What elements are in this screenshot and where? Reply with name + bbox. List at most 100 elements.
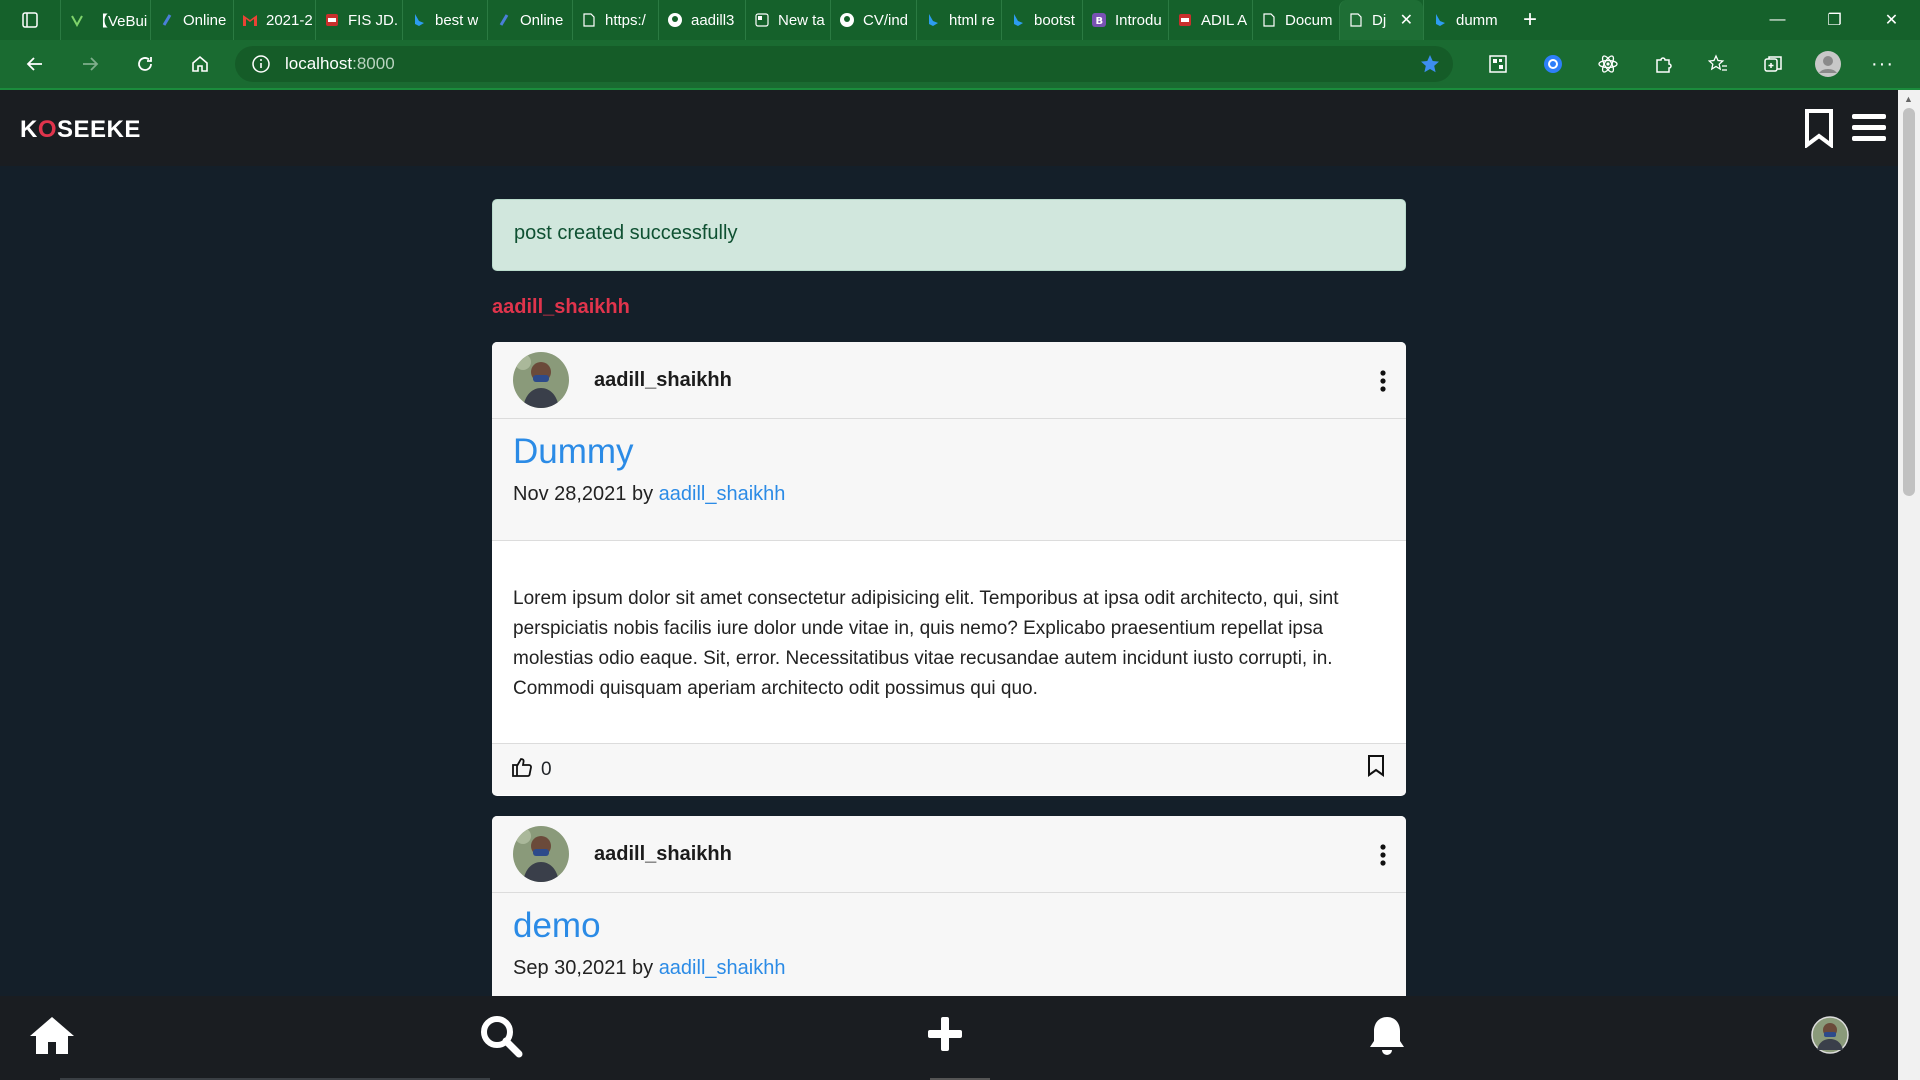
new-tab-button[interactable]: + bbox=[1508, 0, 1552, 40]
avatar[interactable] bbox=[513, 352, 569, 408]
browser-tab[interactable]: ADIL A bbox=[1168, 0, 1252, 40]
restore-button[interactable]: ❐ bbox=[1806, 0, 1863, 40]
search-icon[interactable] bbox=[479, 1014, 523, 1063]
post-card: aadill_shaikhh Dummy Nov 28,2021 by aadi… bbox=[492, 342, 1406, 796]
browser-tab-title: ADIL A bbox=[1201, 11, 1248, 29]
gmail-icon bbox=[242, 12, 258, 28]
browser-tab[interactable]: aadill3 bbox=[658, 0, 745, 40]
browser-tab-title: Introdu bbox=[1115, 11, 1162, 29]
browser-tab[interactable]: dumm bbox=[1423, 0, 1508, 40]
forward-button[interactable] bbox=[62, 40, 117, 88]
browser-tab-title: Docum bbox=[1285, 11, 1333, 29]
post-author[interactable]: aadill_shaikhh bbox=[594, 369, 732, 392]
post-author-link[interactable]: aadill_shaikhh bbox=[659, 483, 786, 505]
browser-tab[interactable]: html re bbox=[916, 0, 1001, 40]
svg-text:B: B bbox=[1096, 16, 1104, 27]
post-author[interactable]: aadill_shaikhh bbox=[594, 843, 732, 866]
github-icon bbox=[839, 12, 855, 28]
post-body: Lorem ipsum dolor sit amet consectetur a… bbox=[492, 541, 1406, 743]
bing-icon bbox=[1432, 12, 1448, 28]
bing-icon bbox=[925, 12, 941, 28]
like-thumb-icon[interactable] bbox=[511, 756, 533, 784]
browser-tab[interactable]: 【VeBui bbox=[60, 0, 150, 40]
home-button[interactable] bbox=[172, 40, 227, 88]
extension-blue-icon[interactable] bbox=[1525, 40, 1580, 88]
browser-tab[interactable]: CV/ind bbox=[830, 0, 916, 40]
page-icon bbox=[1348, 12, 1364, 28]
browser-tab[interactable]: FIS JD. bbox=[315, 0, 402, 40]
browser-tab-title: bootst bbox=[1034, 11, 1075, 29]
window-controls: — ❐ ✕ bbox=[1749, 0, 1920, 40]
post-header: aadill_shaikhh bbox=[492, 342, 1406, 419]
avatar[interactable] bbox=[513, 826, 569, 882]
more-options-icon[interactable] bbox=[1378, 370, 1388, 397]
post-date: Nov 28,2021 bbox=[513, 483, 627, 505]
post-date: Sep 30,2021 bbox=[513, 957, 627, 979]
profile-avatar-icon[interactable] bbox=[1800, 40, 1855, 88]
browser-tab[interactable]: bootst bbox=[1001, 0, 1082, 40]
navbar-actions bbox=[1802, 108, 1888, 153]
saved-bookmark-icon[interactable] bbox=[1802, 108, 1836, 153]
page-scrollbar[interactable]: ▲ bbox=[1898, 90, 1920, 1080]
favorite-star-icon[interactable] bbox=[1419, 53, 1441, 80]
address-bar[interactable]: localhost:8000 bbox=[235, 46, 1453, 82]
browser-tab[interactable]: https:/ bbox=[572, 0, 658, 40]
bing-icon bbox=[411, 12, 427, 28]
browser-tab-title: https:/ bbox=[605, 11, 646, 29]
browser-tab-title: Online bbox=[183, 11, 227, 29]
profile-username[interactable]: aadill_shaikhh bbox=[492, 296, 630, 319]
post-footer: 0 bbox=[492, 743, 1406, 795]
settings-more-icon[interactable]: ··· bbox=[1855, 40, 1910, 88]
post-title[interactable]: demo bbox=[513, 905, 1385, 947]
back-button[interactable] bbox=[7, 40, 62, 88]
browser-toolbar: localhost:8000 ··· bbox=[0, 40, 1920, 88]
qr-code-icon[interactable] bbox=[1470, 40, 1525, 88]
tab-actions-button[interactable] bbox=[0, 0, 60, 40]
browser-tab[interactable]: B Introdu bbox=[1082, 0, 1168, 40]
reload-button[interactable] bbox=[117, 40, 172, 88]
pdf-icon bbox=[324, 12, 340, 28]
bookmark-icon[interactable] bbox=[1366, 754, 1386, 784]
favorites-icon[interactable] bbox=[1690, 40, 1745, 88]
page-content: KOSEEKE post created successfully aadill… bbox=[0, 90, 1898, 1080]
browser-tab-title: aadill3 bbox=[691, 11, 735, 29]
vebuild-icon bbox=[69, 12, 85, 28]
react-devtools-icon[interactable] bbox=[1580, 40, 1635, 88]
arrow-right-icon bbox=[82, 57, 98, 71]
scrollbar-thumb[interactable] bbox=[1903, 108, 1915, 496]
browser-tab-title: Dj bbox=[1372, 11, 1387, 29]
by-label: by bbox=[631, 483, 654, 505]
browser-tab[interactable]: Docum bbox=[1252, 0, 1339, 40]
browser-tab[interactable]: New ta bbox=[745, 0, 830, 40]
success-alert: post created successfully bbox=[492, 199, 1406, 271]
newtab-icon bbox=[754, 12, 770, 28]
url-text: localhost:8000 bbox=[285, 54, 395, 73]
collections-icon[interactable] bbox=[1745, 40, 1800, 88]
minimize-button[interactable]: — bbox=[1749, 0, 1806, 40]
close-window-button[interactable]: ✕ bbox=[1863, 0, 1920, 40]
post-author-link[interactable]: aadill_shaikhh bbox=[659, 957, 786, 979]
post-meta: Nov 28,2021 by aadill_shaikhh bbox=[513, 483, 1385, 506]
tab-actions-icon bbox=[22, 12, 38, 28]
page-icon bbox=[581, 12, 597, 28]
site-logo[interactable]: KOSEEKE bbox=[20, 116, 141, 144]
pdf-icon bbox=[1177, 12, 1193, 28]
notification-bell-icon[interactable] bbox=[1367, 1014, 1407, 1063]
browser-tab[interactable]: Online bbox=[150, 0, 233, 40]
online-icon bbox=[159, 12, 175, 28]
browser-tab[interactable]: 2021-2 bbox=[233, 0, 315, 40]
browser-tab[interactable]: best w bbox=[402, 0, 487, 40]
hamburger-menu-icon[interactable] bbox=[1850, 108, 1888, 153]
browser-tab[interactable]: Dj ✕ bbox=[1339, 0, 1423, 40]
home-icon[interactable] bbox=[28, 1014, 76, 1061]
scroll-up-arrow-icon[interactable]: ▲ bbox=[1904, 94, 1913, 104]
post-title-area: Dummy Nov 28,2021 by aadill_shaikhh bbox=[492, 419, 1406, 541]
browser-tab-title: Online bbox=[520, 11, 564, 29]
extensions-puzzle-icon[interactable] bbox=[1635, 40, 1690, 88]
browser-tab[interactable]: Online bbox=[487, 0, 572, 40]
post-title[interactable]: Dummy bbox=[513, 431, 1385, 473]
more-options-icon[interactable] bbox=[1378, 844, 1388, 871]
add-post-icon[interactable] bbox=[925, 1014, 965, 1059]
close-tab-icon[interactable]: ✕ bbox=[1390, 10, 1423, 30]
profile-avatar[interactable] bbox=[1811, 1016, 1849, 1059]
